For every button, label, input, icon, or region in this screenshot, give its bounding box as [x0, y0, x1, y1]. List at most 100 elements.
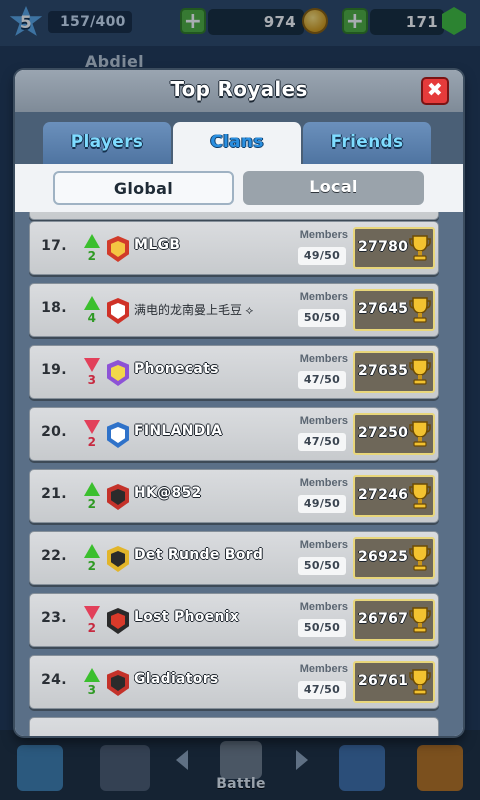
- clan-badge-icon: [107, 546, 129, 572]
- rank-down-icon: [84, 358, 100, 372]
- rank-change: 2: [87, 497, 97, 511]
- trophy-count: 26767: [358, 611, 409, 627]
- local-button[interactable]: Local: [243, 171, 424, 205]
- clan-row[interactable]: 19. 3 Phonecats Members 47/50 27635: [29, 345, 439, 399]
- members-count: 47/50: [298, 433, 346, 451]
- global-button[interactable]: Global: [53, 171, 234, 205]
- trophy-count: 27246: [358, 487, 409, 503]
- clan-badge-icon: [107, 236, 129, 262]
- list-item-partial: [29, 212, 439, 220]
- trophy-icon: [409, 607, 431, 633]
- clan-name: Lost Phoenix: [134, 609, 240, 625]
- rank-down-icon: [84, 606, 100, 620]
- clan-row[interactable]: 23. 2 Lost Phoenix Members 50/50 26767: [29, 593, 439, 647]
- clan-row[interactable]: 18. 4 满电的龙南曼上毛豆 ⟡ Members 50/50 27645: [29, 283, 439, 337]
- rank-number: 19.: [41, 362, 67, 378]
- rank-number: 23.: [41, 610, 67, 626]
- rank-number: 18.: [41, 300, 67, 316]
- dialog-header: Top Royales ✖: [15, 70, 463, 112]
- members-count: 47/50: [298, 681, 346, 699]
- close-button[interactable]: ✖: [421, 77, 449, 105]
- rank-up-icon: [84, 482, 100, 496]
- clan-row[interactable]: 24. 3 Gladiators Members 47/50 26761: [29, 655, 439, 709]
- members-count: 49/50: [298, 495, 346, 513]
- clan-row[interactable]: 20. 2 FINLANDIA Members 47/50 27250: [29, 407, 439, 461]
- trophy-icon: [409, 235, 431, 261]
- clan-row[interactable]: 17. 2 MLGB Members 49/50 27780: [29, 221, 439, 275]
- rank-number: 21.: [41, 486, 67, 502]
- trophy-icon: [409, 669, 431, 695]
- clan-name: MLGB: [134, 237, 181, 253]
- members-label: Members: [299, 477, 348, 489]
- trophy-count: 27250: [358, 425, 409, 441]
- clan-name: FINLANDIA: [134, 423, 223, 439]
- trophy-score-box: 26767: [353, 599, 435, 641]
- trophy-score-box: 26761: [353, 661, 435, 703]
- trophy-count: 27780: [358, 239, 409, 255]
- dialog-title: Top Royales: [170, 77, 308, 101]
- trophy-icon: [409, 297, 431, 323]
- rank-change: 3: [87, 373, 97, 387]
- trophy-count: 27645: [358, 301, 409, 317]
- clan-badge-icon: [107, 360, 129, 386]
- trophy-icon: [409, 483, 431, 509]
- trophy-icon: [409, 421, 431, 447]
- clan-badge-icon: [107, 422, 129, 448]
- members-label: Members: [299, 415, 348, 427]
- rank-change: 2: [87, 435, 97, 449]
- rank-number: 17.: [41, 238, 67, 254]
- members-count: 50/50: [298, 619, 346, 637]
- tab-friends[interactable]: Friends: [303, 122, 431, 164]
- rank-change: 2: [87, 621, 97, 635]
- members-count: 49/50: [298, 247, 346, 265]
- scope-toggle: Global Local: [15, 164, 463, 212]
- rank-up-icon: [84, 668, 100, 682]
- members-label: Members: [299, 601, 348, 613]
- clan-badge-icon: [107, 484, 129, 510]
- rank-change: 3: [87, 683, 97, 697]
- tab-clans[interactable]: Clans: [173, 122, 301, 164]
- trophy-score-box: 26925: [353, 537, 435, 579]
- clan-name: Gladiators: [134, 671, 219, 687]
- trophy-count: 26761: [358, 673, 409, 689]
- trophy-score-box: 27645: [353, 289, 435, 331]
- members-label: Members: [299, 539, 348, 551]
- rank-change: 2: [87, 249, 97, 263]
- trophy-score-box: 27246: [353, 475, 435, 517]
- trophy-score-box: 27635: [353, 351, 435, 393]
- rank-up-icon: [84, 544, 100, 558]
- clan-leaderboard-list[interactable]: 17. 2 MLGB Members 49/50 27780 18. 4 满电的…: [15, 212, 463, 736]
- trophy-score-box: 27250: [353, 413, 435, 455]
- clan-name: Det Runde Bord: [134, 547, 264, 563]
- list-item-partial: [29, 717, 439, 736]
- members-count: 50/50: [298, 557, 346, 575]
- members-count: 50/50: [298, 309, 346, 327]
- members-label: Members: [299, 291, 348, 303]
- members-label: Members: [299, 229, 348, 241]
- trophy-icon: [409, 545, 431, 571]
- clan-name: HK@852: [134, 485, 202, 501]
- clan-name: Phonecats: [134, 361, 219, 377]
- rank-up-icon: [84, 234, 100, 248]
- clan-row[interactable]: 21. 2 HK@852 Members 49/50 27246: [29, 469, 439, 523]
- trophy-score-box: 27780: [353, 227, 435, 269]
- rank-change: 4: [87, 311, 97, 325]
- clan-badge-icon: [107, 608, 129, 634]
- members-count: 47/50: [298, 371, 346, 389]
- tab-players[interactable]: Players: [43, 122, 171, 164]
- members-label: Members: [299, 353, 348, 365]
- trophy-count: 27635: [358, 363, 409, 379]
- rank-number: 22.: [41, 548, 67, 564]
- trophy-icon: [409, 359, 431, 385]
- clan-badge-icon: [107, 298, 129, 324]
- rank-number: 24.: [41, 672, 67, 688]
- tab-bar: Players Clans Friends: [15, 112, 463, 164]
- rank-down-icon: [84, 420, 100, 434]
- trophy-count: 26925: [358, 549, 409, 565]
- clan-badge-icon: [107, 670, 129, 696]
- clan-row[interactable]: 22. 2 Det Runde Bord Members 50/50 26925: [29, 531, 439, 585]
- clan-name: 满电的龙南曼上毛豆 ⟡: [134, 303, 254, 317]
- rank-change: 2: [87, 559, 97, 573]
- top-royales-dialog: Top Royales ✖ Players Clans Friends Glob…: [15, 70, 463, 736]
- rank-number: 20.: [41, 424, 67, 440]
